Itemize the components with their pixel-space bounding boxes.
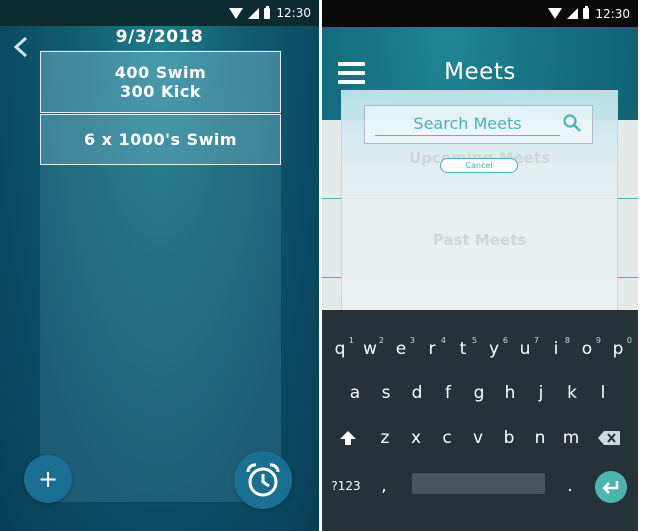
key-q[interactable]: q1 (327, 329, 354, 369)
add-workout-button[interactable]: + (24, 455, 72, 503)
soft-keyboard: q1w2e3r4t5y6u7i8o9p0 asdfghjkl zxcvbnm ?… (322, 310, 638, 511)
workout-day-screen: 12:30 9/3/2018 400 Swim 300 Kick 6 x 100… (0, 0, 319, 531)
status-bar: 12:30 (0, 0, 319, 26)
key-hint-digit: 8 (564, 336, 570, 345)
key-s[interactable]: s (373, 373, 399, 413)
page-title: Meets (444, 59, 516, 85)
key-r[interactable]: r4 (419, 329, 447, 369)
key-hint-digit: 7 (533, 336, 539, 345)
key-hint-digit: 4 (440, 336, 446, 345)
search-box (364, 105, 593, 144)
meets-screen: 12:30 Meets Upcoming Meets Past Meets Ca… (322, 0, 638, 531)
keyboard-row: zxcvbnm (322, 418, 638, 458)
cancel-button[interactable]: Cancel (440, 158, 518, 173)
key-y[interactable]: y6 (481, 329, 508, 369)
key-b[interactable]: b (496, 418, 522, 458)
key-k[interactable]: k (559, 373, 585, 413)
key-t[interactable]: t5 (450, 329, 477, 369)
key-m[interactable]: m (558, 418, 584, 458)
past-meets-label: Past Meets (432, 231, 527, 249)
battery-icon (264, 5, 271, 19)
key-a[interactable]: a (342, 373, 368, 413)
key-i[interactable]: i8 (543, 329, 570, 369)
key-d[interactable]: d (404, 373, 430, 413)
key-letter: e (395, 339, 407, 359)
key-hint-digit: 3 (409, 336, 415, 345)
key-letter: t (459, 339, 467, 359)
search-dialog: Upcoming Meets Past Meets (341, 90, 618, 322)
key-c[interactable]: c (434, 418, 460, 458)
key-n[interactable]: n (527, 418, 553, 458)
key-w[interactable]: w2 (357, 329, 384, 369)
enter-key[interactable] (595, 471, 627, 503)
key-e[interactable]: e3 (388, 329, 415, 369)
key-l[interactable]: l (590, 373, 616, 413)
status-time: 12:30 (595, 6, 630, 21)
key-letter: y (488, 339, 500, 359)
status-time: 12:30 (276, 6, 311, 20)
space-key[interactable] (412, 473, 545, 494)
key-u[interactable]: u7 (512, 329, 539, 369)
date-title: 9/3/2018 (115, 27, 204, 47)
key-g[interactable]: g (466, 373, 492, 413)
key-letter: i (553, 339, 559, 359)
key-hint-digit: 2 (378, 336, 384, 345)
key-letter: p (612, 339, 624, 359)
key-hint-digit: 6 (502, 336, 508, 345)
symbols-key[interactable]: ?123 (330, 466, 362, 506)
signal-icon (248, 7, 260, 19)
wifi-icon (229, 7, 244, 19)
key-hint-digit: 0 (626, 336, 632, 345)
key-hint-digit: 9 (595, 336, 601, 345)
workout-line: 6 x 1000's Swim (83, 130, 238, 149)
keyboard-row: asdfghjkl (322, 373, 638, 413)
key-letter: r (428, 339, 436, 359)
key-z[interactable]: z (372, 418, 398, 458)
key-p[interactable]: p0 (605, 329, 632, 369)
search-icon[interactable] (562, 113, 582, 133)
workout-line: 300 Kick (120, 82, 201, 101)
key-h[interactable]: h (497, 373, 523, 413)
key-j[interactable]: j (528, 373, 554, 413)
alarm-clock-icon (246, 463, 280, 497)
enter-icon (602, 481, 619, 494)
shift-icon[interactable] (339, 430, 357, 446)
key-hint-digit: 1 (348, 336, 354, 345)
backspace-icon[interactable] (598, 431, 620, 445)
wifi-icon (548, 8, 563, 19)
key-hint-digit: 5 (471, 336, 477, 345)
key-f[interactable]: f (435, 373, 461, 413)
workout-item[interactable]: 400 Swim 300 Kick (40, 51, 281, 113)
search-input[interactable] (375, 111, 560, 136)
workout-item[interactable]: 6 x 1000's Swim (40, 114, 281, 165)
battery-icon (583, 6, 590, 19)
key-v[interactable]: v (465, 418, 491, 458)
key-letter: w (363, 339, 377, 359)
key-letter: o (581, 339, 593, 359)
comma-key[interactable]: , (371, 466, 397, 506)
period-key[interactable]: . (557, 466, 583, 506)
key-letter: u (519, 339, 531, 359)
navigation-bar (322, 511, 638, 531)
key-letter: q (334, 339, 346, 359)
key-x[interactable]: x (403, 418, 429, 458)
signal-icon (567, 8, 579, 19)
key-o[interactable]: o9 (574, 329, 601, 369)
workout-line: 400 Swim (114, 63, 207, 82)
timer-button[interactable] (234, 451, 292, 509)
status-bar: 12:30 (322, 0, 638, 27)
keyboard-row: q1w2e3r4t5y6u7i8o9p0 (322, 329, 638, 369)
